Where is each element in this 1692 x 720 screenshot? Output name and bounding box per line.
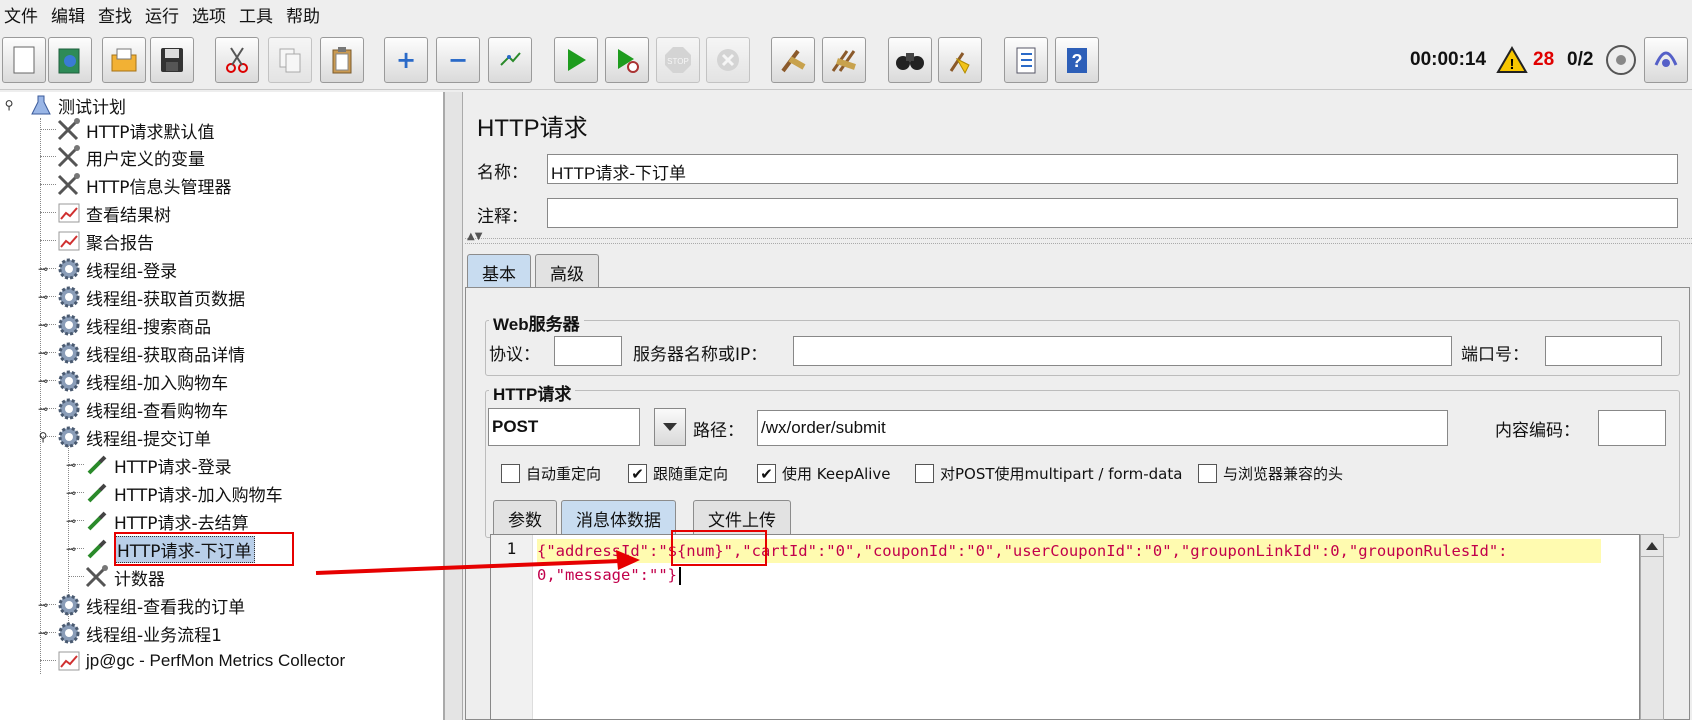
annotation-arrow: [315, 550, 640, 575]
